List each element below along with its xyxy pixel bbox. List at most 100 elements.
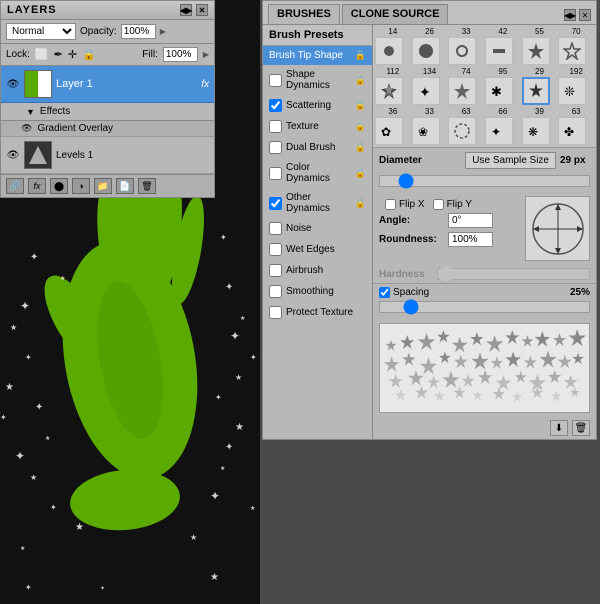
svg-text:★: ★ — [250, 505, 255, 512]
brush-tip-11-star[interactable] — [522, 77, 550, 105]
preset-smoothing[interactable]: Smoothing — [263, 281, 372, 302]
layer-1-item[interactable]: 👁 Layer 1 fx — [1, 66, 214, 103]
texture-check[interactable] — [269, 120, 282, 133]
flip-y-checkbox[interactable] — [433, 199, 444, 210]
airbrush-check[interactable] — [269, 264, 282, 277]
expand-effects-icon[interactable]: ▼ — [26, 107, 35, 117]
brushes-close-btn[interactable]: ✕ — [579, 9, 591, 21]
flip-y-label: Flip Y — [447, 199, 472, 210]
tip-size-14: 33 — [412, 107, 448, 116]
brush-tip-16[interactable]: ✦ — [485, 117, 513, 145]
brush-tip-6[interactable] — [558, 37, 586, 65]
lock-all-icon[interactable]: 🔒 — [82, 48, 96, 61]
add-mask-btn[interactable]: ⬤ — [50, 178, 68, 194]
shape-dynamics-check[interactable] — [269, 74, 282, 87]
color-dynamics-check[interactable] — [269, 167, 282, 180]
lock-icon: 🔒 — [355, 100, 366, 111]
preset-brush-tip-shape[interactable]: Brush Tip Shape 🔒 — [263, 46, 372, 65]
fill-input[interactable] — [163, 47, 198, 62]
angle-input[interactable] — [448, 213, 493, 228]
svg-text:★: ★ — [45, 435, 50, 442]
svg-text:✦: ✦ — [419, 84, 431, 100]
brush-tip-1[interactable] — [375, 37, 403, 65]
effect-eye[interactable]: 👁 — [21, 123, 32, 134]
tip-size-5: 55 — [522, 27, 558, 36]
brush-tip-18[interactable]: ✤ — [558, 117, 586, 145]
levels-1-item[interactable]: 👁 Levels 1 — [1, 137, 214, 174]
tab-brushes[interactable]: BRUSHES — [268, 4, 340, 24]
brush-tip-2[interactable] — [412, 37, 440, 65]
spacing-check-item[interactable]: Spacing — [379, 287, 429, 298]
dual-brush-check[interactable] — [269, 141, 282, 154]
scattering-check[interactable] — [269, 99, 282, 112]
angle-preview-circle[interactable] — [525, 196, 590, 261]
brush-tip-14[interactable]: ❀ — [412, 117, 440, 145]
gradient-overlay-item[interactable]: 👁 Gradient Overlay — [1, 121, 214, 137]
preset-wet-edges[interactable]: Wet Edges — [263, 239, 372, 260]
tip-size-17: 39 — [522, 107, 558, 116]
roundness-input[interactable] — [448, 232, 493, 247]
svg-text:★: ★ — [75, 522, 84, 533]
svg-text:★: ★ — [5, 382, 14, 393]
brushes-tabs: BRUSHES CLONE SOURCE ◀▶ ✕ — [263, 1, 596, 25]
brush-tip-12[interactable]: ❊ — [558, 77, 586, 105]
brushes-collapse-btn[interactable]: ◀▶ — [564, 9, 576, 21]
preset-label: Other Dynamics — [286, 192, 351, 214]
wet-edges-check[interactable] — [269, 243, 282, 256]
layer-fx-badge[interactable]: fx — [201, 79, 209, 90]
flip-x-checkbox[interactable] — [385, 199, 396, 210]
diameter-slider[interactable] — [379, 175, 590, 187]
tab-clone-source[interactable]: CLONE SOURCE — [342, 4, 449, 24]
brush-tip-7[interactable] — [375, 77, 403, 105]
brush-tip-10[interactable]: ✱ — [485, 77, 513, 105]
protect-texture-check[interactable] — [269, 306, 282, 319]
preset-other-dynamics[interactable]: Other Dynamics 🔒 — [263, 188, 372, 218]
opacity-expand[interactable]: ▶ — [160, 27, 166, 36]
delete-brush-btn[interactable]: 🗑 — [572, 420, 590, 436]
layer-visibility-eye[interactable]: 👁 — [6, 77, 20, 91]
preset-color-dynamics[interactable]: Color Dynamics 🔒 — [263, 158, 372, 188]
brush-tip-15[interactable] — [448, 117, 476, 145]
lock-position-icon[interactable]: ✛ — [68, 48, 77, 61]
smoothing-check[interactable] — [269, 285, 282, 298]
brush-tip-8[interactable]: ✦ — [412, 77, 440, 105]
load-brushes-btn[interactable]: ⬇ — [550, 420, 568, 436]
collapse-btn[interactable]: ◀▶ — [180, 4, 192, 16]
other-dynamics-check[interactable] — [269, 197, 282, 210]
hardness-slider[interactable] — [437, 268, 590, 280]
lock-brush-icon[interactable]: ✒ — [54, 48, 63, 61]
brush-tip-9[interactable] — [448, 77, 476, 105]
opacity-input[interactable] — [121, 24, 156, 39]
link-layers-btn[interactable]: 🔗 — [6, 178, 24, 194]
use-sample-size-btn[interactable]: Use Sample Size — [465, 152, 556, 169]
preset-noise[interactable]: Noise — [263, 218, 372, 239]
flip-x-item[interactable]: Flip X — [385, 199, 425, 210]
levels-visibility-eye[interactable]: 👁 — [6, 148, 20, 162]
brush-tip-3[interactable] — [448, 37, 476, 65]
preset-airbrush[interactable]: Airbrush — [263, 260, 372, 281]
spacing-checkbox[interactable] — [379, 287, 390, 298]
close-btn[interactable]: ✕ — [196, 4, 208, 16]
brush-tip-17[interactable]: ❋ — [522, 117, 550, 145]
brushes-panel: BRUSHES CLONE SOURCE ◀▶ ✕ Brush Presets … — [262, 0, 597, 440]
brush-tip-4[interactable] — [485, 37, 513, 65]
tip-size-1: 14 — [375, 27, 411, 36]
noise-check[interactable] — [269, 222, 282, 235]
add-style-btn[interactable]: fx — [28, 178, 46, 194]
new-layer-btn[interactable]: 📄 — [116, 178, 134, 194]
preset-dual-brush[interactable]: Dual Brush 🔒 — [263, 137, 372, 158]
new-adj-btn[interactable]: ◑ — [72, 178, 90, 194]
brush-tip-13[interactable]: ✿ — [375, 117, 403, 145]
fill-expand[interactable]: ▶ — [203, 50, 209, 59]
lock-transparent-icon[interactable]: ⬜ — [35, 48, 49, 61]
preset-protect-texture[interactable]: Protect Texture — [263, 302, 372, 323]
brush-tip-5[interactable] — [522, 37, 550, 65]
preset-texture[interactable]: Texture 🔒 — [263, 116, 372, 137]
preset-scattering[interactable]: Scattering 🔒 — [263, 95, 372, 116]
spacing-slider[interactable] — [379, 301, 590, 313]
new-group-btn[interactable]: 📁 — [94, 178, 112, 194]
preset-shape-dynamics[interactable]: Shape Dynamics 🔒 — [263, 65, 372, 95]
blend-mode-select[interactable]: Normal — [6, 23, 76, 40]
delete-layer-btn[interactable]: 🗑 — [138, 178, 156, 194]
flip-y-item[interactable]: Flip Y — [433, 199, 472, 210]
